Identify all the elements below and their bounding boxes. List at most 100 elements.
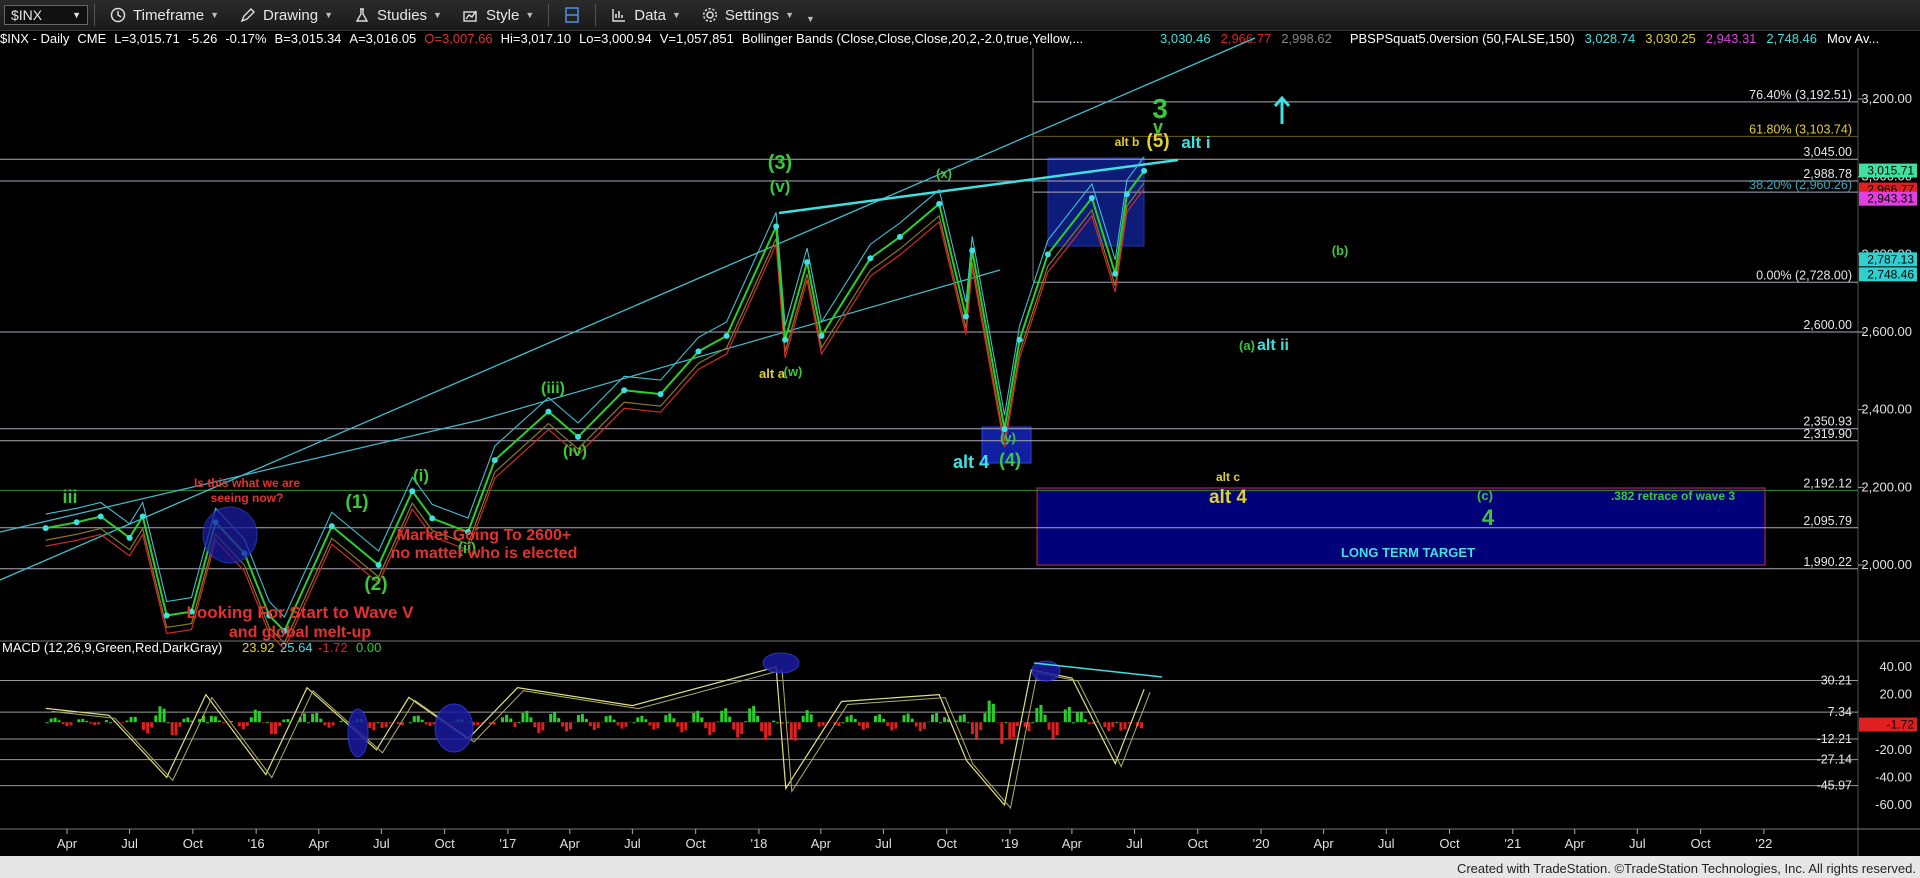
macd-histogram-bar (237, 722, 241, 727)
time-axis-label: Apr (811, 836, 832, 851)
macd-histogram-bar (696, 710, 700, 723)
macd-histogram-bar (1027, 722, 1031, 732)
macd-histogram-bar (307, 722, 311, 724)
wave-annotation: 4 (1482, 505, 1495, 530)
macd-histogram-bar (501, 717, 505, 723)
macd-histogram-bar (537, 722, 541, 733)
macd-histogram-bar (1004, 722, 1008, 724)
macd-histogram-bar (569, 722, 573, 730)
macd-histogram-bar (517, 722, 521, 724)
macd-histogram-bar (975, 722, 979, 739)
macd-histogram-bar (57, 720, 61, 723)
price-marker-dot (328, 523, 335, 530)
macd-histogram-bar (49, 718, 53, 723)
macd-histogram-bar (596, 722, 600, 729)
macd-histogram-bar (1039, 704, 1043, 723)
price-marker-dot (375, 562, 382, 568)
time-axis-label: Apr (1565, 836, 1586, 851)
price-marker-dot (409, 488, 416, 495)
price-marker-dot (621, 387, 628, 394)
macd-histogram-bar (178, 722, 182, 727)
time-axis-label: Oct (686, 836, 707, 851)
macd-histogram-bar (380, 722, 384, 728)
price-marker-dot (695, 348, 702, 355)
macd-histogram-bar (416, 715, 420, 723)
macd-histogram-bar (648, 722, 652, 726)
macd-histogram-bar (1000, 722, 1004, 744)
macd-histogram-bar (319, 718, 323, 723)
wave-annotation: alt b (1115, 135, 1140, 149)
macd-histogram-bar (557, 718, 561, 723)
macd-histogram-bar (604, 716, 608, 723)
macd-histogram-bar (1103, 722, 1107, 728)
macd-histogram-bar (580, 713, 584, 723)
macd-histogram-bar (1075, 712, 1079, 723)
macd-histogram-bar (922, 722, 926, 730)
macd-axis-label: 40.00 (1879, 659, 1912, 674)
macd-histogram-bar (620, 722, 624, 729)
macd-histogram-bar (756, 715, 760, 723)
macd-histogram-bar (760, 722, 764, 732)
macd-histogram-bar (1015, 722, 1019, 726)
price-marker-dot (936, 200, 943, 207)
price-chart[interactable]: 76.40% (3,192.51) 61.80% (3,103.74) 3,045.… (0, 0, 1920, 878)
wave-annotation: (y) (1000, 430, 1016, 445)
macd-histogram-bar (853, 718, 857, 723)
macd-histogram-bar (640, 715, 644, 723)
macd-histogram-bar (789, 722, 793, 739)
macd-histogram-bar (845, 716, 849, 723)
macd-histogram-bar (962, 714, 966, 723)
macd-histogram-bar (821, 722, 825, 726)
macd-histogram-bar (331, 722, 335, 726)
macd-axis-label: -40.00 (1875, 769, 1912, 784)
wave-annotation: alt i (1181, 133, 1210, 152)
price-marker-dot (657, 391, 664, 398)
wave-annotation: (1) (345, 492, 368, 513)
macd-histogram-bar (1051, 722, 1055, 739)
macd-histogram-bar (278, 722, 282, 727)
time-axis-label: Oct (183, 836, 204, 851)
macd-histogram-bar (592, 722, 596, 731)
price-axis-label: 2,600.00 (1861, 324, 1912, 339)
wave-annotation: (4) (999, 450, 1021, 470)
highlight-circle (202, 506, 258, 564)
macd-histogram-bar (525, 710, 529, 723)
macd-histogram-bar (656, 722, 660, 729)
horizontal-level-label: 0.00% (2,728.00) (1756, 268, 1852, 282)
macd-level-label: -27.14 (1817, 753, 1852, 767)
wave-annotation: (2) (364, 574, 387, 595)
macd-histogram-bar (902, 715, 906, 723)
wave-annotation: (5) (1146, 131, 1169, 152)
time-axis-label: Jul (1126, 836, 1143, 851)
macd-histogram-bar (632, 722, 636, 724)
macd-histogram-bar (1047, 722, 1051, 730)
price-marker-dot (1112, 270, 1119, 277)
macd-histogram-bar (943, 717, 947, 723)
price-marker-dot (545, 408, 552, 415)
price-marker-dot (429, 515, 436, 522)
macd-histogram-bar (327, 722, 331, 728)
price-marker-dot (1016, 336, 1023, 343)
macd-histogram-bar (505, 714, 509, 723)
macd-histogram-bar (221, 722, 225, 724)
macd-histogram-bar (764, 722, 768, 741)
wave-annotation: (b) (1332, 243, 1349, 258)
price-marker-dot (723, 332, 730, 339)
macd-histogram-bar (616, 722, 620, 726)
price-axis-label: 2,000.00 (1861, 557, 1912, 572)
macd-axis-label: 20.00 (1879, 687, 1912, 702)
macd-legend-value: 23.92 (242, 640, 275, 655)
horizontal-level-label: 1,990.22 (1803, 555, 1852, 569)
macd-histogram-bar (339, 720, 343, 723)
macd-histogram-bar (1115, 722, 1119, 724)
macd-histogram-bar (553, 712, 557, 723)
macd-histogram-bar (1055, 722, 1059, 736)
macd-histogram-bar (748, 708, 752, 723)
macd-histogram-bar (780, 722, 784, 724)
copyright-footer: Created with TradeStation. ©TradeStation… (1456, 861, 1916, 876)
time-axis-label: Apr (1062, 836, 1083, 851)
macd-histogram-bar (396, 722, 400, 724)
price-marker-dot (491, 457, 498, 464)
macd-histogram-bar (584, 718, 588, 723)
macd-histogram-bar (1127, 722, 1131, 724)
